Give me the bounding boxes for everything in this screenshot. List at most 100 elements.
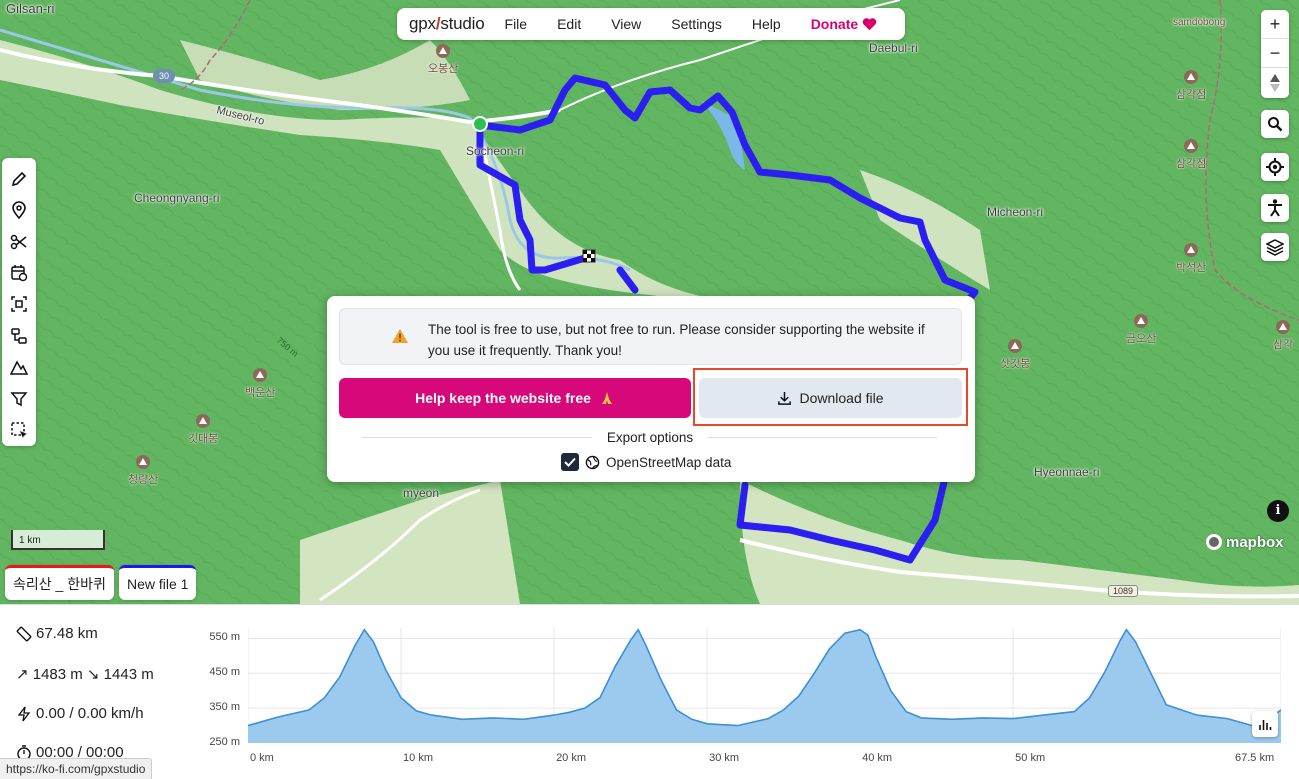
info-icon[interactable]: i xyxy=(1267,500,1289,522)
minus-icon: − xyxy=(1269,42,1281,63)
peak-marker-satgatbong: 삿갓봉 xyxy=(1000,339,1030,371)
osm-data-checkbox[interactable] xyxy=(561,453,579,471)
peak-marker-baksansan: 박석산 xyxy=(1176,243,1206,275)
peak-icon xyxy=(1008,339,1023,353)
peak-icon xyxy=(1184,139,1199,153)
download-icon xyxy=(778,391,792,405)
peak-icon xyxy=(196,414,211,428)
split-icon xyxy=(11,328,27,344)
bottom-panel: 67.48 km ↗ 1483 m ↘ 1443 m 0.00 / 0.00 k… xyxy=(0,604,1299,779)
y-tick-label: 550 m xyxy=(209,631,240,644)
menu-settings[interactable]: Settings xyxy=(671,16,722,32)
mapbox-logo[interactable]: mapbox xyxy=(1205,533,1284,551)
elevation-chart-svg xyxy=(247,628,1282,744)
divider xyxy=(362,437,592,438)
x-tick-label: 50 km xyxy=(1015,752,1046,764)
stat-speed: 0.00 / 0.00 km/h xyxy=(16,705,144,722)
tool-extract[interactable] xyxy=(5,320,33,351)
download-file-button[interactable]: Download file xyxy=(699,378,962,418)
place-label-micheon: Micheon-ri xyxy=(987,205,1044,219)
peak-marker-obongsan: 오봉산 xyxy=(428,44,458,76)
status-bar-url: https://ko-fi.com/gpxstudio xyxy=(0,758,153,779)
compass-icon xyxy=(1270,73,1280,92)
x-tick-label: 20 km xyxy=(556,752,587,764)
x-tick-label: 30 km xyxy=(709,752,740,764)
peak-marker-cheongnyangsan: 청량산 xyxy=(128,455,158,487)
merge-icon xyxy=(11,296,27,313)
help-keep-free-button[interactable]: Help keep the website free xyxy=(339,378,691,418)
tool-elevation[interactable] xyxy=(5,352,33,383)
app-logo[interactable]: gpx/studio xyxy=(409,14,485,34)
person-icon xyxy=(1268,199,1282,217)
menu-view[interactable]: View xyxy=(611,16,641,32)
select-area-icon xyxy=(11,422,27,439)
ruler-icon xyxy=(16,626,32,641)
map-pin-icon xyxy=(12,201,26,220)
heart-icon xyxy=(862,18,877,31)
tool-draw[interactable] xyxy=(5,163,33,194)
x-tick-label: 0 km xyxy=(250,752,274,764)
peak-icon xyxy=(436,44,451,58)
compass-button[interactable] xyxy=(1261,68,1289,97)
globe-icon xyxy=(585,455,600,469)
tool-select[interactable] xyxy=(5,415,33,446)
search-icon xyxy=(1268,117,1283,132)
app-root: Gilsan-ri Daebul-ri samdobong Museol-ro … xyxy=(0,0,1299,779)
y-tick-label: 450 m xyxy=(209,666,240,679)
layers-button[interactable] xyxy=(1261,233,1289,261)
layers-icon xyxy=(1266,239,1284,256)
donate-button[interactable]: Donate xyxy=(811,16,877,32)
road-shield-1089: 1089 xyxy=(1108,585,1139,597)
chart-options-button[interactable] xyxy=(1252,711,1278,737)
locate-button[interactable] xyxy=(1261,153,1289,181)
support-notice: The tool is free to use, but not free to… xyxy=(339,308,962,365)
x-tick-label: 40 km xyxy=(862,752,893,764)
tool-merge[interactable] xyxy=(5,289,33,320)
menu-help[interactable]: Help xyxy=(752,16,781,32)
stat-distance: 67.48 km xyxy=(16,625,98,642)
place-label-gilsan: Gilsan-ri xyxy=(6,1,55,16)
pencil-icon xyxy=(11,171,27,186)
zoom-controls: + − xyxy=(1261,10,1289,98)
peak-marker-geumosan: 금오산 xyxy=(1126,314,1156,346)
search-button[interactable] xyxy=(1261,110,1289,138)
warning-icon xyxy=(392,329,408,343)
peak-icon xyxy=(136,455,151,469)
elevation-chart[interactable] xyxy=(247,628,1282,744)
map-scale: 1 km xyxy=(11,530,105,550)
notice-text: The tool is free to use, but not free to… xyxy=(428,322,925,358)
place-label-cheongnyang: Cheongnyang-ri xyxy=(134,191,220,205)
place-label-daebul: Daebul-ri xyxy=(869,41,918,55)
file-tab-1[interactable]: 속리산 _ 한바퀴 xyxy=(5,565,114,600)
road-shield-30: 30 xyxy=(153,69,175,83)
tool-scissors[interactable] xyxy=(5,226,33,257)
peak-icon xyxy=(253,368,268,382)
peak-icon xyxy=(1184,243,1199,257)
zoom-in-button[interactable]: + xyxy=(1261,10,1289,39)
peak-marker-samgakjeong-1: 삼각점 xyxy=(1176,70,1206,102)
menu-edit[interactable]: Edit xyxy=(557,16,581,32)
y-tick-label: 350 m xyxy=(209,701,240,714)
export-options-label: Export options xyxy=(606,430,694,445)
divider xyxy=(707,437,937,438)
peak-marker-baekunsan: 백운산 xyxy=(245,368,275,400)
tool-poi[interactable] xyxy=(5,194,33,225)
praying-hands-icon xyxy=(601,392,612,404)
peak-icon xyxy=(1184,70,1199,84)
zoom-out-button[interactable]: − xyxy=(1261,39,1289,68)
x-tick-label: 10 km xyxy=(403,752,433,764)
peak-marker-samgak-right: 삼각 xyxy=(1273,320,1293,352)
file-tab-2[interactable]: New file 1 xyxy=(119,565,197,600)
tool-filter[interactable] xyxy=(5,383,33,414)
elevation-area xyxy=(248,629,1281,743)
export-dialog: The tool is free to use, but not free to… xyxy=(327,296,975,482)
calendar-clock-icon xyxy=(11,265,28,282)
peak-icon xyxy=(1134,314,1149,328)
checkmark-icon xyxy=(564,457,576,467)
place-label-socheon: Socheon-ri xyxy=(466,144,525,158)
osm-data-option[interactable]: OpenStreetMap data xyxy=(561,452,731,472)
tool-time[interactable] xyxy=(5,257,33,288)
street-view-button[interactable] xyxy=(1261,194,1289,222)
x-tick-label: 67.5 km xyxy=(1235,752,1275,764)
menu-file[interactable]: File xyxy=(505,16,528,32)
